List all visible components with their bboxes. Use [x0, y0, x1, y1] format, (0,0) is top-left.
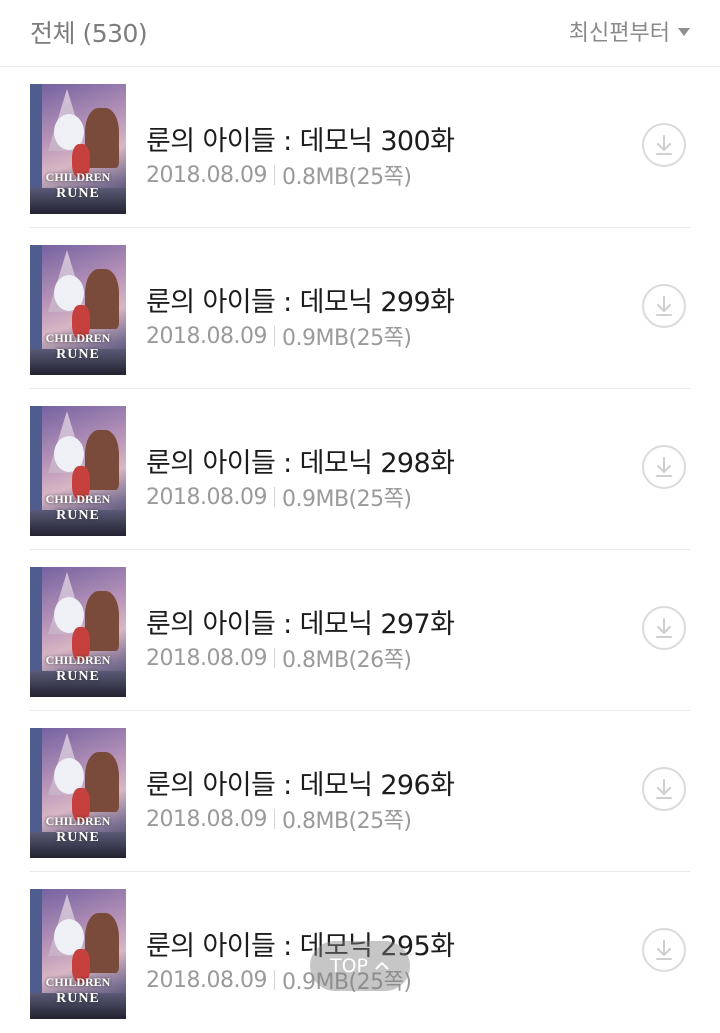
episode-row[interactable]: CHILDREN RUNE 룬의 아이들 : 데모닉 297화 2018.08.… [30, 550, 690, 711]
download-button[interactable] [642, 123, 686, 167]
download-icon [656, 779, 672, 799]
episode-date: 2018.08.09 [146, 806, 267, 832]
episode-list: CHILDREN RUNE 룬의 아이들 : 데모닉 300화 2018.08.… [0, 67, 720, 1033]
episode-cover: CHILDREN RUNE [30, 84, 126, 214]
episode-cover: CHILDREN RUNE [30, 406, 126, 536]
scroll-top-button[interactable]: TOP [310, 941, 410, 991]
download-icon [656, 135, 672, 155]
episode-size: 0.8MB(25쪽) [281, 809, 412, 834]
cover-title-line2: RUNE [56, 669, 100, 684]
episode-row[interactable]: CHILDREN RUNE 룬의 아이들 : 데모닉 299화 2018.08.… [30, 228, 690, 389]
episode-row[interactable]: CHILDREN RUNE 룬의 아이들 : 데모닉 298화 2018.08.… [30, 389, 690, 550]
download-button[interactable] [642, 445, 686, 489]
list-header: 전체 (530) 최신편부터 [0, 0, 720, 67]
total-count: 전체 (530) [30, 19, 148, 48]
caret-down-icon [678, 28, 690, 36]
episode-meta: 2018.08.09 0.9MB(25쪽) [146, 481, 412, 513]
episode-cover: CHILDREN RUNE [30, 567, 126, 697]
episode-cover: CHILDREN RUNE [30, 889, 126, 1019]
cover-title-line1: CHILDREN [45, 975, 111, 989]
meta-divider [273, 809, 275, 829]
episode-cover: CHILDREN RUNE [30, 245, 126, 375]
chevron-up-icon [375, 961, 389, 970]
episode-size: 0.9MB(25쪽) [281, 326, 412, 351]
cover-title-line1: CHILDREN [45, 653, 111, 667]
sort-dropdown[interactable]: 최신편부터 [569, 15, 690, 47]
episode-date: 2018.08.09 [146, 645, 267, 671]
meta-divider [273, 648, 275, 668]
download-icon [656, 618, 672, 638]
meta-divider [273, 326, 275, 346]
download-button[interactable] [642, 606, 686, 650]
episode-meta: 2018.08.09 0.8MB(26쪽) [146, 642, 412, 674]
scroll-top-label: TOP [329, 955, 369, 977]
meta-divider [273, 165, 275, 185]
episode-title: 룬의 아이들 : 데모닉 299화 [146, 287, 455, 318]
cover-title-line2: RUNE [56, 186, 100, 201]
episode-meta: 2018.08.09 0.8MB(25쪽) [146, 159, 412, 191]
episode-title: 룬의 아이들 : 데모닉 296화 [146, 770, 455, 801]
download-icon [656, 296, 672, 316]
cover-title-line2: RUNE [56, 991, 100, 1006]
cover-title-line1: CHILDREN [45, 170, 111, 184]
episode-size: 0.8MB(26쪽) [281, 648, 412, 673]
download-icon [656, 940, 672, 960]
cover-title-line2: RUNE [56, 347, 100, 362]
meta-divider [273, 970, 275, 990]
download-button[interactable] [642, 767, 686, 811]
episode-meta: 2018.08.09 0.9MB(25쪽) [146, 320, 412, 352]
episode-row[interactable]: CHILDREN RUNE 룬의 아이들 : 데모닉 300화 2018.08.… [30, 67, 690, 228]
episode-size: 0.9MB(25쪽) [281, 487, 412, 512]
cover-title-line2: RUNE [56, 508, 100, 523]
episode-title: 룬의 아이들 : 데모닉 297화 [146, 609, 455, 640]
download-button[interactable] [642, 928, 686, 972]
download-icon [656, 457, 672, 477]
cover-title-line1: CHILDREN [45, 814, 111, 828]
meta-divider [273, 487, 275, 507]
download-button[interactable] [642, 284, 686, 328]
episode-date: 2018.08.09 [146, 323, 267, 349]
sort-label: 최신편부터 [568, 21, 670, 46]
episode-title: 룬의 아이들 : 데모닉 298화 [146, 448, 455, 479]
episode-date: 2018.08.09 [146, 967, 267, 993]
episode-date: 2018.08.09 [146, 484, 267, 510]
cover-title-line1: CHILDREN [45, 331, 111, 345]
episode-size: 0.8MB(25쪽) [281, 165, 412, 190]
cover-title-line1: CHILDREN [45, 492, 111, 506]
episode-date: 2018.08.09 [146, 162, 267, 188]
episode-meta: 2018.08.09 0.8MB(25쪽) [146, 803, 412, 835]
episode-row[interactable]: CHILDREN RUNE 룬의 아이들 : 데모닉 296화 2018.08.… [30, 711, 690, 872]
episode-cover: CHILDREN RUNE [30, 728, 126, 858]
episode-title: 룬의 아이들 : 데모닉 300화 [146, 126, 455, 157]
cover-title-line2: RUNE [56, 830, 100, 845]
